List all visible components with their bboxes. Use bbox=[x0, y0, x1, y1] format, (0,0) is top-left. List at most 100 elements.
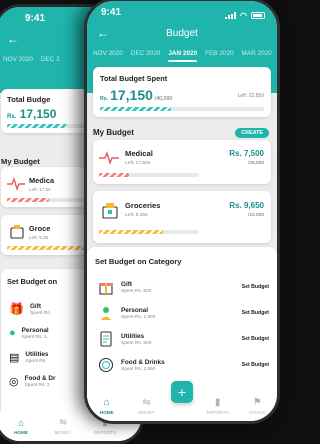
heartbeat-icon bbox=[99, 150, 119, 170]
back-my-budget-title: My Budget bbox=[1, 157, 40, 166]
back-tab-money[interactable]: ⇋ MONEY bbox=[47, 417, 79, 435]
back-budget-name: Medica bbox=[29, 176, 55, 185]
category-name: Utilities bbox=[121, 332, 145, 340]
back-category-name: Gift bbox=[29, 302, 41, 310]
set-budget-button[interactable]: Set Budget bbox=[242, 336, 269, 342]
total-progress-track bbox=[100, 107, 264, 111]
back-tab-label: HOME bbox=[14, 429, 28, 435]
set-budget-button[interactable]: Set Budget bbox=[242, 310, 269, 316]
back-budget-progress bbox=[7, 198, 49, 202]
budget-progress-bar bbox=[99, 230, 163, 234]
budget-left: Left: 5,350 bbox=[125, 213, 148, 218]
tab-money[interactable]: ⇋ MONEY bbox=[130, 397, 162, 415]
back-budget-name: Groce bbox=[29, 224, 51, 233]
back-month-tab[interactable]: DEC 2 bbox=[41, 56, 60, 63]
back-category-sub: Spent Rs. 2 bbox=[24, 382, 50, 388]
back-month-tab[interactable]: NOV 2020 bbox=[3, 56, 33, 63]
back-category-name: Utilities bbox=[25, 350, 49, 358]
person-icon bbox=[95, 302, 117, 324]
home-icon: ⌂ bbox=[103, 397, 110, 408]
home-icon: ⌂ bbox=[18, 417, 24, 428]
back-status-time: 9:41 bbox=[25, 13, 46, 24]
budget-card-medical[interactable]: Medical Left: 17,500 Rs. 7,500 /25,000 bbox=[93, 140, 271, 184]
category-row-gift[interactable]: Gift Spent Rs. 500 Set Budget bbox=[87, 275, 277, 299]
budget-left: Left: 17,500 bbox=[125, 161, 151, 166]
month-tab[interactable]: NOV 2020 bbox=[93, 50, 123, 57]
back-total-amount: 17,150 bbox=[19, 107, 57, 121]
budget-amount: Rs. 9,650 bbox=[229, 201, 264, 210]
money-icon: ⇋ bbox=[59, 417, 67, 427]
back-category-name: Personal bbox=[21, 326, 49, 334]
category-row-personal[interactable]: Personal Spent Rs. 1,300 Set Budget bbox=[87, 301, 277, 325]
navbar: ← Budget bbox=[87, 23, 277, 43]
back-category-sub: Spent Rs. 1, bbox=[21, 334, 49, 340]
utilities-icon bbox=[95, 328, 117, 350]
budget-card-groceries[interactable]: Groceries Left: 5,350 Rs. 9,650 /15,000 bbox=[93, 191, 271, 243]
category-spent: Spent Rs. 500 bbox=[121, 288, 152, 294]
page-title: Budget bbox=[166, 27, 198, 39]
category-spent: Spent Rs. 2,550 bbox=[121, 366, 156, 372]
month-tab[interactable]: FEB 2020 bbox=[205, 50, 233, 57]
signal-icon bbox=[225, 11, 237, 19]
category-spent: Spent Rs. 1,300 bbox=[121, 314, 156, 320]
food-drinks-icon: ◎ bbox=[9, 375, 19, 388]
grocery-bag-icon bbox=[101, 201, 119, 224]
utilities-icon: ▤ bbox=[9, 351, 20, 364]
battery-icon bbox=[251, 11, 265, 19]
status-bar: 9:41 ◠ bbox=[87, 1, 277, 23]
category-row-utilities[interactable]: Utilities Spent Rs. 800 Set Budget bbox=[87, 327, 277, 351]
person-icon: ● bbox=[9, 327, 16, 339]
back-tab-label: REPORTS bbox=[93, 430, 117, 435]
set-budget-button[interactable]: Set Budget bbox=[242, 362, 269, 368]
category-name: Gift bbox=[121, 280, 133, 288]
tab-label: REPORTS bbox=[206, 410, 229, 415]
budget-progress-bar bbox=[99, 173, 129, 177]
back-tab-home[interactable]: ⌂ HOME bbox=[5, 418, 37, 435]
arrow-left-icon[interactable]: ← bbox=[97, 26, 113, 40]
tab-label: MONEY bbox=[137, 410, 155, 415]
month-tab[interactable]: MAR 2020 bbox=[242, 50, 272, 57]
my-budget-title: My Budget bbox=[93, 128, 134, 137]
grocery-bag-icon bbox=[9, 223, 25, 244]
budget-amount: Rs. 7,500 bbox=[229, 149, 264, 158]
tab-goals[interactable]: ⚑ GOALS bbox=[241, 397, 273, 415]
total-left: Left: 22,850 bbox=[237, 93, 264, 99]
back-arrow-icon[interactable]: ← bbox=[7, 32, 23, 46]
category-section-title: Set Budget on Category bbox=[95, 257, 182, 266]
gift-icon bbox=[95, 276, 117, 298]
food-drinks-icon bbox=[95, 354, 117, 376]
gift-icon: 🎁 bbox=[9, 302, 24, 316]
month-tabs: NOV 2020 DEC 2020 JAN 2020 FEB 2020 MAR … bbox=[87, 43, 277, 63]
back-category-sub: Spent Rs. bbox=[29, 310, 52, 316]
back-total-progress bbox=[7, 124, 67, 128]
heartbeat-icon bbox=[7, 176, 25, 196]
tab-reports[interactable]: ▮ REPORTS bbox=[202, 397, 234, 415]
total-limit: /40,000 bbox=[154, 96, 173, 102]
budget-limit: /15,000 bbox=[247, 213, 264, 218]
money-icon: ⇋ bbox=[142, 397, 151, 408]
back-budget-left: Left: 17,50 bbox=[29, 187, 51, 192]
budget-name: Medical bbox=[125, 149, 153, 158]
category-row-food-drinks[interactable]: Food & Drinks Spent Rs. 2,550 Set Budget bbox=[87, 353, 277, 377]
reports-icon: ▮ bbox=[214, 397, 221, 408]
add-button[interactable]: + bbox=[171, 381, 193, 403]
tab-home[interactable]: ⌂ HOME bbox=[91, 397, 123, 415]
month-tab[interactable]: DEC 2020 bbox=[131, 50, 161, 57]
total-progress-bar bbox=[100, 107, 171, 111]
month-tab-active[interactable]: JAN 2020 bbox=[168, 50, 197, 62]
category-name: Food & Drinks bbox=[121, 358, 165, 366]
goals-icon: ⚑ bbox=[252, 397, 262, 408]
back-total-title: Total Budge bbox=[7, 95, 51, 104]
back-category-title: Set Budget on bbox=[7, 277, 58, 286]
status-time: 9:41 bbox=[101, 7, 122, 18]
create-button[interactable]: CREATE bbox=[235, 128, 269, 138]
total-budget-card: Total Budget Spent Rs. 17,150 /40,000 Le… bbox=[93, 67, 271, 117]
total-budget-title: Total Budget Spent bbox=[100, 74, 168, 83]
back-category-sub: Spent Rs. bbox=[25, 358, 47, 364]
budget-name: Groceries bbox=[125, 201, 161, 210]
budget-limit: /25,000 bbox=[247, 161, 264, 166]
set-budget-button[interactable]: Set Budget bbox=[242, 284, 269, 290]
tab-label: GOALS bbox=[249, 410, 266, 415]
tab-bar: ⌂ HOME ⇋ MONEY ▮ REPORTS ⚑ GOALS + bbox=[87, 381, 277, 421]
category-spent: Spent Rs. 800 bbox=[121, 340, 152, 346]
